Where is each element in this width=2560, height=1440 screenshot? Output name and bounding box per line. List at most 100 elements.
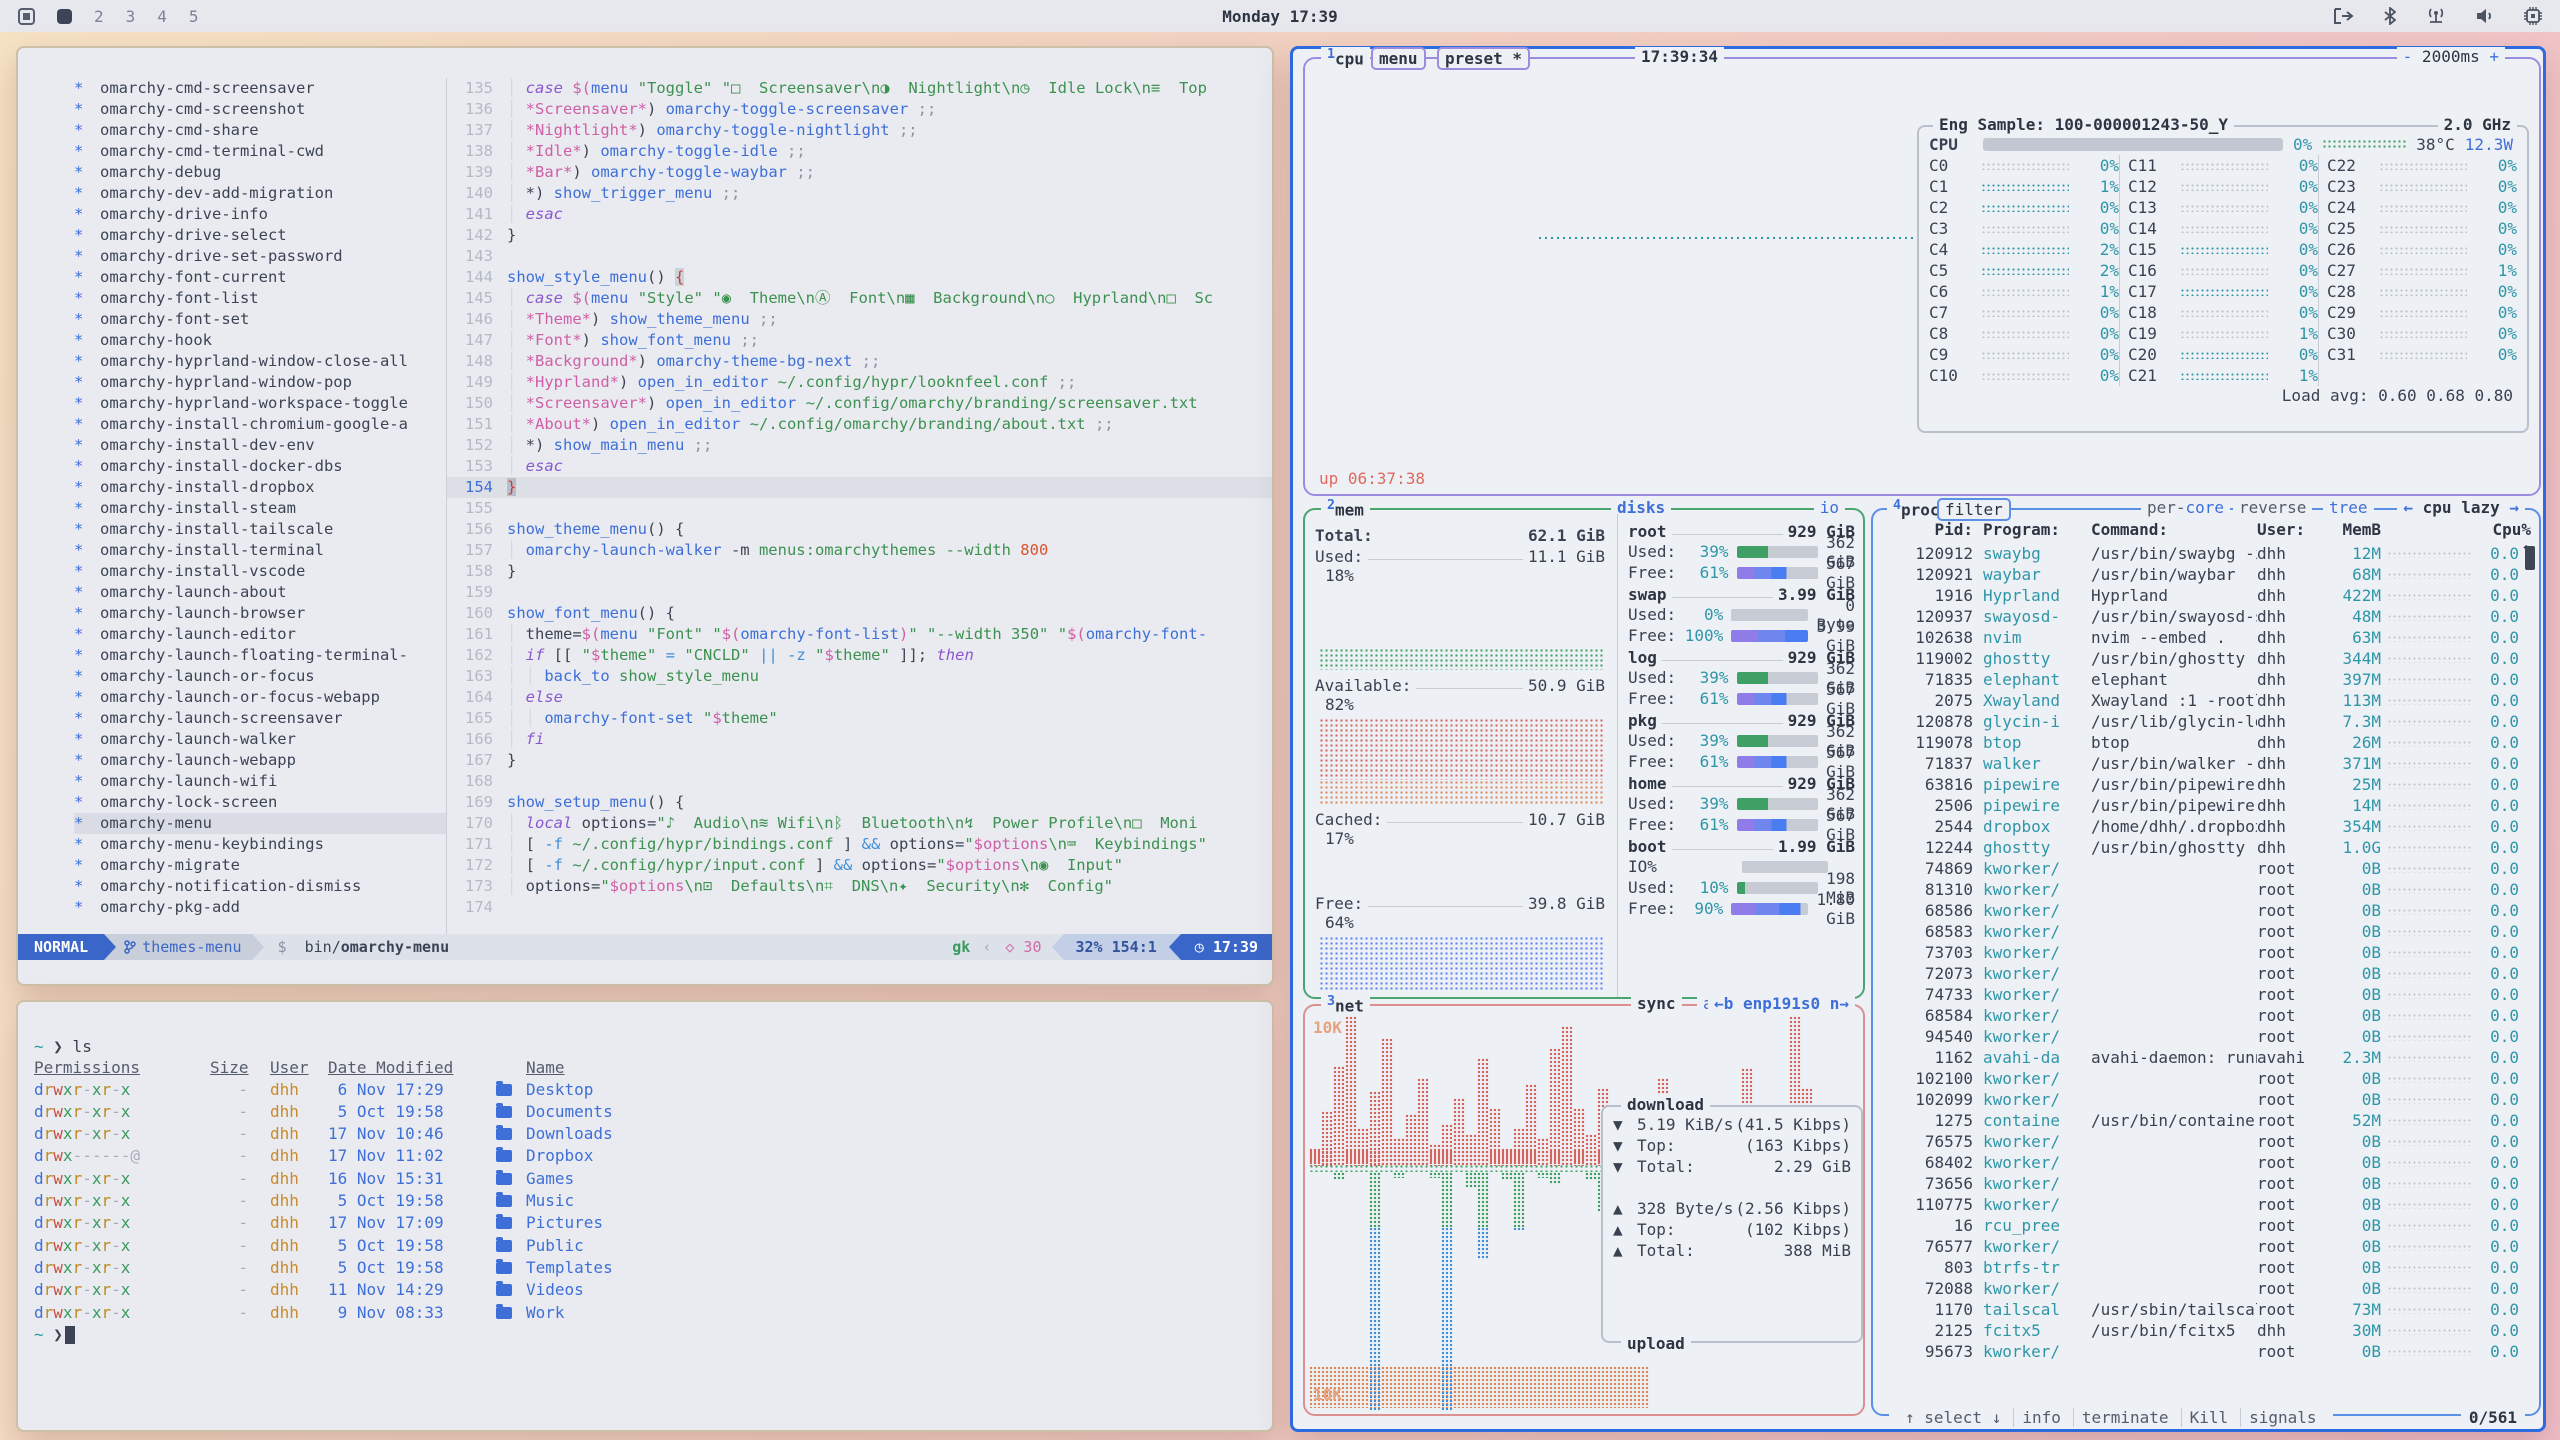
code-line[interactable]: 155 — [447, 498, 1272, 519]
code-line[interactable]: 146│ *Theme*) show_theme_menu ;; — [447, 309, 1272, 330]
code-line[interactable]: 170│ local options="♪ Audio\n≋ Wifi\nᛒ B… — [447, 813, 1272, 834]
footer-action[interactable]: ↑ select ↓ — [1897, 1408, 2009, 1427]
file-list-item[interactable]: *omarchy-launch-or-focus-webapp — [74, 687, 446, 708]
code-line[interactable]: 169show_setup_menu() { — [447, 792, 1272, 813]
footer-action[interactable]: info — [2013, 1408, 2069, 1427]
code-line[interactable]: 162│ if [[ "$theme" = "CNCLD" || -z "$th… — [447, 645, 1272, 666]
code-line[interactable]: 174 — [447, 897, 1272, 918]
process-row[interactable]: 1916HyprlandHyprlanddhh422M0.0 — [1881, 586, 2519, 607]
process-row[interactable]: 102638nvimnvim --embed .dhh63M0.0 — [1881, 628, 2519, 649]
process-row[interactable]: 119078btopbtopdhh26M0.0 — [1881, 733, 2519, 754]
logout-icon[interactable] — [2334, 8, 2354, 24]
file-list-item[interactable]: *omarchy-menu — [74, 813, 446, 834]
file-list-item[interactable]: *omarchy-launch-floating-terminal- — [74, 645, 446, 666]
code-line[interactable]: 159 — [447, 582, 1272, 603]
code-line[interactable]: 154} — [447, 477, 1272, 498]
file-list-item[interactable]: *omarchy-launch-browser — [74, 603, 446, 624]
file-list-item[interactable]: *omarchy-drive-select — [74, 225, 446, 246]
process-row[interactable]: 74869kworker/root0B0.0 — [1881, 859, 2519, 880]
process-row[interactable]: 119002ghostty/usr/bin/ghostty --gtk-dhh3… — [1881, 649, 2519, 670]
prompt-line[interactable]: ~ ❯ — [34, 1324, 1272, 1345]
process-row[interactable]: 120921waybar/usr/bin/waybardhh68M0.0 — [1881, 565, 2519, 586]
code-line[interactable]: 140│ *) show_trigger_menu ;; — [447, 183, 1272, 204]
file-list-item[interactable]: *omarchy-pkg-add — [74, 897, 446, 918]
file-list-item[interactable]: *omarchy-lock-screen — [74, 792, 446, 813]
file-list-item[interactable]: *omarchy-install-vscode — [74, 561, 446, 582]
process-row[interactable]: 120912swaybg/usr/bin/swaybg -i /homdhh12… — [1881, 544, 2519, 565]
file-list-item[interactable]: *omarchy-launch-webapp — [74, 750, 446, 771]
workspace-4[interactable]: 4 — [157, 7, 167, 26]
code-line[interactable]: 141│ esac — [447, 204, 1272, 225]
file-list-item[interactable]: *omarchy-install-terminal — [74, 540, 446, 561]
code-line[interactable]: 138│ *Idle*) omarchy-toggle-idle ;; — [447, 141, 1272, 162]
code-line[interactable]: 136│ *Screensaver*) omarchy-toggle-scree… — [447, 99, 1272, 120]
file-list-item[interactable]: *omarchy-launch-editor — [74, 624, 446, 645]
preset-button[interactable]: preset * — [1437, 47, 1530, 70]
code-line[interactable]: 173│ options="$options\n⊡ Defaults\n⌗ DN… — [447, 876, 1272, 897]
ls-name[interactable]: Work — [526, 1302, 1272, 1324]
ls-name[interactable]: Public — [526, 1235, 1272, 1257]
code-line[interactable]: 166│ fi — [447, 729, 1272, 750]
code-line[interactable]: 152│ *) show_main_menu ;; — [447, 435, 1272, 456]
code-line[interactable]: 149│ *Hyprland*) open_in_editor ~/.confi… — [447, 372, 1272, 393]
file-list-item[interactable]: *omarchy-font-current — [74, 267, 446, 288]
ls-name[interactable]: Pictures — [526, 1212, 1272, 1234]
update-interval[interactable]: - 2000ms + — [2397, 47, 2505, 66]
menu-button[interactable]: menu — [1371, 47, 1426, 70]
file-list-item[interactable]: *omarchy-cmd-share — [74, 120, 446, 141]
process-row[interactable]: 73656kworker/root0B0.0 — [1881, 1174, 2519, 1195]
file-list-item[interactable]: *omarchy-notification-dismiss — [74, 876, 446, 897]
process-row[interactable]: 1275containe/usr/bin/containerdroot52M0.… — [1881, 1111, 2519, 1132]
file-list-item[interactable]: *omarchy-hook — [74, 330, 446, 351]
ls-name[interactable]: Dropbox — [526, 1145, 1272, 1167]
file-list-item[interactable]: *omarchy-install-tailscale — [74, 519, 446, 540]
file-list-item[interactable]: *omarchy-font-set — [74, 309, 446, 330]
process-row[interactable]: 63816pipewire/usr/bin/pipewiredhh25M0.0 — [1881, 775, 2519, 796]
workspace-1-active[interactable] — [57, 9, 72, 24]
file-list-item[interactable]: *omarchy-launch-about — [74, 582, 446, 603]
code-line[interactable]: 142} — [447, 225, 1272, 246]
file-list-item[interactable]: *omarchy-migrate — [74, 855, 446, 876]
file-list-item[interactable]: *omarchy-hyprland-window-close-all — [74, 351, 446, 372]
process-row[interactable]: 12244ghostty/usr/bin/ghostty --gtk-dhh1.… — [1881, 838, 2519, 859]
file-list-item[interactable]: *omarchy-launch-or-focus — [74, 666, 446, 687]
code-line[interactable]: 161│ theme=$(menu "Font" "$(omarchy-font… — [447, 624, 1272, 645]
code-line[interactable]: 139│ *Bar*) omarchy-toggle-waybar ;; — [447, 162, 1272, 183]
process-row[interactable]: 2125fcitx5/usr/bin/fcitx5dhh30M0.0 — [1881, 1321, 2519, 1342]
ls-name[interactable]: Videos — [526, 1279, 1272, 1301]
code-line[interactable]: 157│ omarchy-launch-walker -m menus:omar… — [447, 540, 1272, 561]
file-list-item[interactable]: *omarchy-hyprland-window-pop — [74, 372, 446, 393]
per-core-button[interactable]: per-core — [2141, 498, 2230, 517]
file-list-item[interactable]: *omarchy-launch-wifi — [74, 771, 446, 792]
code-line[interactable]: 158} — [447, 561, 1272, 582]
code-line[interactable]: 148│ *Background*) omarchy-theme-bg-next… — [447, 351, 1272, 372]
process-row[interactable]: 94540kworker/root0B0.0 — [1881, 1027, 2519, 1048]
file-list-item[interactable]: *omarchy-hyprland-workspace-toggle — [74, 393, 446, 414]
neovim-window[interactable]: *omarchy-cmd-screensaver*omarchy-cmd-scr… — [16, 46, 1274, 986]
ls-name[interactable]: Desktop — [526, 1079, 1272, 1101]
code-line[interactable]: 151│ *About*) open_in_editor ~/.config/o… — [447, 414, 1272, 435]
file-list-item[interactable]: *omarchy-install-docker-dbs — [74, 456, 446, 477]
code-line[interactable]: 144show_style_menu() { — [447, 267, 1272, 288]
file-list-item[interactable]: *omarchy-install-dev-env — [74, 435, 446, 456]
process-row[interactable]: 73703kworker/root0B0.0 — [1881, 943, 2519, 964]
code-pane[interactable]: 135│ case $(menu "Toggle" "□ Screensaver… — [447, 78, 1272, 934]
process-row[interactable]: 1162avahi-daavahi-daemon: running [avahi… — [1881, 1048, 2519, 1069]
code-line[interactable]: 153│ esac — [447, 456, 1272, 477]
proc-scrollbar[interactable] — [2525, 546, 2535, 570]
process-row[interactable]: 95673kworker/root0B0.0 — [1881, 1342, 2519, 1363]
file-list-item[interactable]: *omarchy-debug — [74, 162, 446, 183]
footer-action[interactable]: Kill — [2181, 1408, 2237, 1427]
code-line[interactable]: 135│ case $(menu "Toggle" "□ Screensaver… — [447, 78, 1272, 99]
process-row[interactable]: 81310kworker/root0B0.0 — [1881, 880, 2519, 901]
tree-button[interactable]: tree — [2323, 498, 2374, 517]
process-row[interactable]: 102099kworker/root0B0.0 — [1881, 1090, 2519, 1111]
volume-icon[interactable] — [2476, 8, 2494, 24]
ls-name[interactable]: Music — [526, 1190, 1272, 1212]
terminal-window[interactable]: ~ ❯ lsPermissionsSizeUserDate ModifiedNa… — [16, 1000, 1274, 1432]
file-list-item[interactable]: *omarchy-install-dropbox — [74, 477, 446, 498]
process-row[interactable]: 120878glycin-i/usr/lib/glycin-loadersdhh… — [1881, 712, 2519, 733]
code-line[interactable]: 172│ [ -f ~/.config/hypr/input.conf ] &&… — [447, 855, 1272, 876]
file-list-item[interactable]: *omarchy-cmd-screenshot — [74, 99, 446, 120]
bluetooth-icon[interactable] — [2384, 7, 2396, 25]
